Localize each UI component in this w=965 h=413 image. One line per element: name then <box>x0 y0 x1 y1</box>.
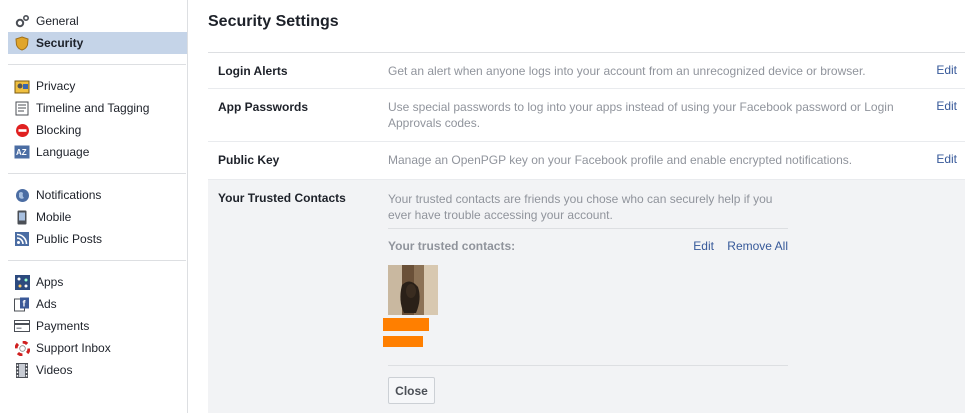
setting-name: Login Alerts <box>218 64 288 78</box>
sidebar-item-security[interactable]: Security <box>8 32 187 54</box>
sidebar-item-general[interactable]: General <box>0 10 187 32</box>
edit-trusted-contacts-link[interactable]: Edit <box>693 239 714 253</box>
mobile-icon <box>14 209 30 225</box>
svg-text:AZ: AZ <box>16 148 27 157</box>
sidebar-item-label: Notifications <box>36 188 102 202</box>
setting-row-app-passwords[interactable]: App Passwords Use special passwords to l… <box>208 89 965 142</box>
sidebar-item-apps[interactable]: Apps <box>0 271 187 293</box>
timeline-icon <box>14 100 30 116</box>
sidebar-item-blocking[interactable]: Blocking <box>0 119 187 141</box>
sidebar-divider <box>8 173 186 174</box>
sidebar-item-privacy[interactable]: Privacy <box>0 75 187 97</box>
sidebar-item-label: Blocking <box>36 123 82 137</box>
sidebar-item-mobile[interactable]: Mobile <box>0 206 187 228</box>
page-title: Security Settings <box>208 13 339 30</box>
sidebar-item-label: Apps <box>36 275 64 289</box>
sidebar-item-label: Mobile <box>36 210 72 224</box>
remove-all-link[interactable]: Remove All <box>727 239 788 253</box>
divider <box>388 228 788 229</box>
edit-link[interactable]: Edit <box>936 152 957 166</box>
redacted-contact-name <box>383 318 429 331</box>
setting-name: Public Key <box>218 153 280 167</box>
ads-icon: f <box>14 296 30 312</box>
trusted-contacts-actions: Edit Remove All <box>683 239 788 253</box>
setting-name: Your Trusted Contacts <box>218 191 346 205</box>
sidebar-item-public-posts[interactable]: Public Posts <box>0 228 187 250</box>
edit-link[interactable]: Edit <box>936 63 957 77</box>
close-button[interactable]: Close <box>388 377 435 404</box>
globe-icon <box>14 187 30 203</box>
lock-icon <box>14 78 30 94</box>
gear-icon <box>14 13 30 29</box>
rss-icon <box>14 231 30 247</box>
setting-description: Use special passwords to log into your a… <box>388 100 894 130</box>
setting-row-trusted-contacts: Your Trusted Contacts Your trusted conta… <box>208 180 965 413</box>
divider <box>388 365 788 366</box>
shield-icon <box>14 35 30 51</box>
sidebar-item-label: Public Posts <box>36 232 103 246</box>
setting-description: Get an alert when anyone logs into your … <box>388 64 866 78</box>
security-settings-panel: Security Settings Login Alerts Get an al… <box>208 0 965 413</box>
sidebar-item-label: Videos <box>36 363 73 377</box>
sidebar-item-payments[interactable]: Payments <box>0 315 187 337</box>
sidebar-item-label: Privacy <box>36 79 76 93</box>
trusted-contacts-label: Your trusted contacts: <box>388 239 516 253</box>
edit-link[interactable]: Edit <box>936 99 957 113</box>
setting-row-login-alerts[interactable]: Login Alerts Get an alert when anyone lo… <box>208 53 965 89</box>
sidebar-item-label: Timeline and Tagging <box>36 101 150 115</box>
sidebar-item-ads[interactable]: f Ads <box>0 293 187 315</box>
trusted-contact-avatar[interactable] <box>388 265 438 315</box>
sidebar-item-label: General <box>36 14 79 28</box>
setting-description: Manage an OpenPGP key on your Facebook p… <box>388 153 853 167</box>
settings-sidebar: General Security Privacy Timeline and Ta… <box>0 0 188 413</box>
setting-row-public-key[interactable]: Public Key Manage an OpenPGP key on your… <box>208 142 965 180</box>
sidebar-item-label: Ads <box>36 297 57 311</box>
apps-icon <box>14 274 30 290</box>
sidebar-divider <box>8 64 186 65</box>
redacted-contact-detail <box>383 336 423 347</box>
trusted-contacts-description: Your trusted contacts are friends you ch… <box>388 192 773 222</box>
sidebar-item-label: Language <box>36 145 90 159</box>
credit-card-icon <box>14 318 30 334</box>
sidebar-item-language[interactable]: AZ Language <box>0 141 187 163</box>
sidebar-item-notifications[interactable]: Notifications <box>0 184 187 206</box>
sidebar-item-support-inbox[interactable]: Support Inbox <box>0 337 187 359</box>
lifebuoy-icon <box>14 340 30 356</box>
sidebar-item-timeline[interactable]: Timeline and Tagging <box>0 97 187 119</box>
language-icon: AZ <box>14 144 30 160</box>
sidebar-item-label: Security <box>36 36 84 50</box>
sidebar-item-label: Support Inbox <box>36 341 111 355</box>
setting-name: App Passwords <box>218 100 309 114</box>
block-icon <box>14 122 30 138</box>
sidebar-item-videos[interactable]: Videos <box>0 359 187 381</box>
sidebar-divider <box>8 260 186 261</box>
film-icon <box>14 362 30 378</box>
sidebar-item-label: Payments <box>36 319 90 333</box>
